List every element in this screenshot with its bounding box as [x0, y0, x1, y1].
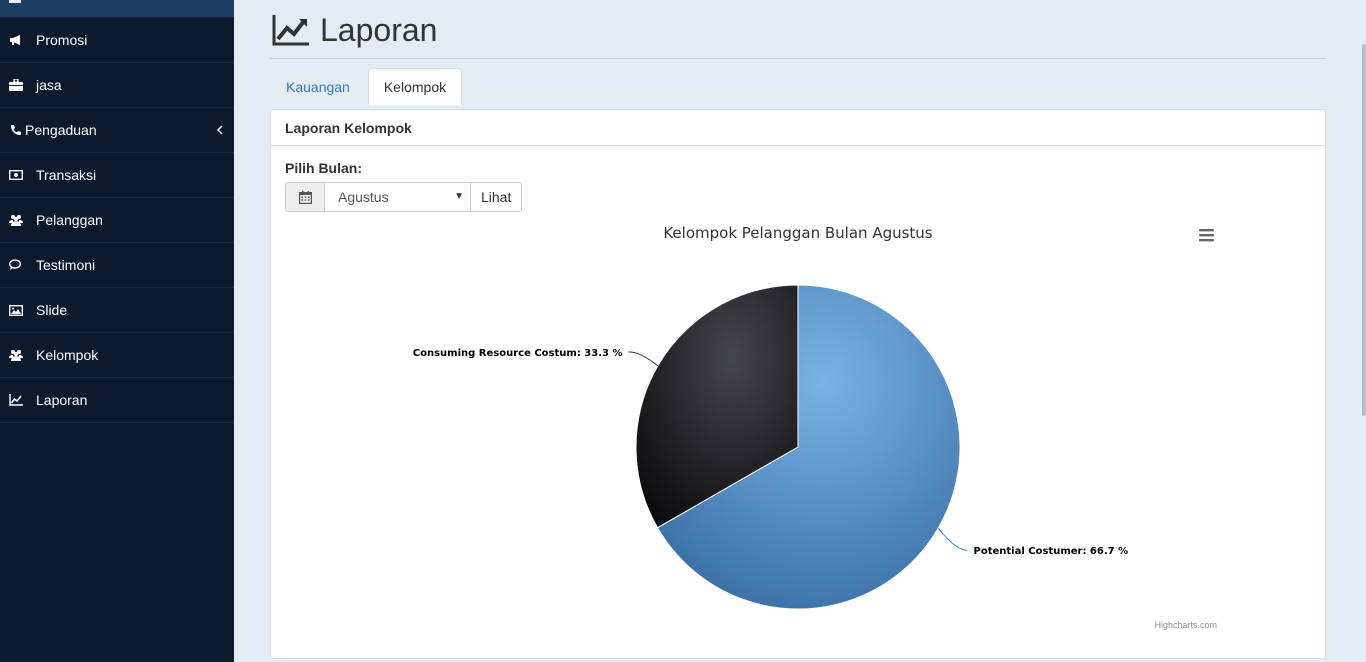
page-scrollbar[interactable] — [1360, 0, 1366, 662]
tab-kelompok[interactable]: Kelompok — [367, 68, 463, 105]
pie-chart: Kelompok Pelanggan Bulan Agustus Potenti… — [285, 222, 1311, 642]
main-content: Laporan Kauangan Kelompok Laporan Kelomp… — [234, 0, 1366, 662]
sidebar-item-label: Laporan — [36, 392, 88, 408]
sidebar-item-label: Pelanggan — [36, 212, 103, 228]
caret-down-icon: ▼ — [454, 191, 464, 202]
page-title: Laporan — [320, 12, 438, 48]
chart-title: Kelompok Pelanggan Bulan Agustus — [663, 224, 932, 242]
pie-connector — [937, 527, 968, 551]
month-label: Pilih Bulan: — [285, 160, 362, 176]
comments-icon — [9, 258, 23, 272]
sidebar-item-label: Pengaduan — [25, 122, 97, 138]
month-select-value: Agustus — [338, 189, 389, 205]
month-input-group: Agustus ▼ Lihat — [285, 182, 523, 212]
month-select[interactable]: Agustus ▼ — [325, 182, 471, 212]
sidebar-item-slide[interactable]: Slide — [0, 288, 234, 333]
dashboard-icon — [9, 0, 21, 3]
money-icon — [9, 168, 23, 182]
sidebar-item-testimoni[interactable]: Testimoni — [0, 243, 234, 288]
line-chart-icon — [9, 393, 23, 407]
briefcase-icon — [9, 78, 23, 92]
pie-chart-svg: Kelompok Pelanggan Bulan Agustus Potenti… — [413, 224, 1217, 630]
hamburger-menu-icon[interactable] — [1199, 229, 1214, 242]
sidebar-item-label: jasa — [36, 77, 62, 93]
panel-heading: Laporan Kelompok — [271, 110, 1325, 146]
sidebar-item-transaksi[interactable]: Transaksi — [0, 153, 234, 198]
sidebar-item-label: Kelompok — [36, 347, 99, 363]
bullhorn-icon — [9, 33, 23, 47]
chevron-left-icon — [215, 123, 225, 137]
page-header: Laporan — [270, 0, 1326, 59]
pie-data-label: Potential Costumer: 66.7 % — [974, 546, 1129, 557]
phone-icon — [9, 123, 23, 137]
sidebar-item-label: Slide — [36, 302, 68, 318]
sidebar-item-jasa[interactable]: jasa — [0, 63, 234, 108]
users-icon — [9, 348, 23, 362]
sidebar-item-label: Promosi — [36, 32, 88, 48]
sidebar-item-laporan[interactable]: Laporan — [0, 378, 234, 423]
scrollbar-thumb[interactable] — [1362, 44, 1366, 416]
sidebar-item-kelompok[interactable]: Kelompok — [0, 333, 234, 378]
sidebar-item-pengaduan[interactable]: Pengaduan — [0, 108, 234, 153]
calendar-icon — [285, 182, 325, 212]
image-icon — [9, 303, 23, 317]
report-tabs: Kauangan Kelompok — [270, 68, 464, 105]
sidebar-item-pelanggan[interactable]: Pelanggan — [0, 198, 234, 243]
sidebar-item-label: Testimoni — [36, 257, 96, 273]
sidebar-item-label: Transaksi — [36, 167, 97, 183]
line-chart-icon — [272, 14, 310, 51]
users-icon — [9, 213, 23, 227]
sidebar-active-item-partial[interactable] — [0, 0, 234, 18]
lihat-button[interactable]: Lihat — [471, 182, 523, 212]
sidebar-item-promosi[interactable]: Promosi — [0, 18, 234, 63]
pie-data-label: Consuming Resource Costum: 33.3 % — [413, 348, 623, 359]
pie-connector — [628, 351, 659, 367]
sidebar: Promosi jasa Pengaduan Transaksi Pelangg… — [0, 0, 234, 662]
chart-credits[interactable]: Highcharts.com — [1154, 620, 1217, 630]
report-panel: Laporan Kelompok Pilih Bulan: Agustus ▼ — [270, 109, 1326, 659]
tab-kauangan[interactable]: Kauangan — [270, 68, 366, 105]
